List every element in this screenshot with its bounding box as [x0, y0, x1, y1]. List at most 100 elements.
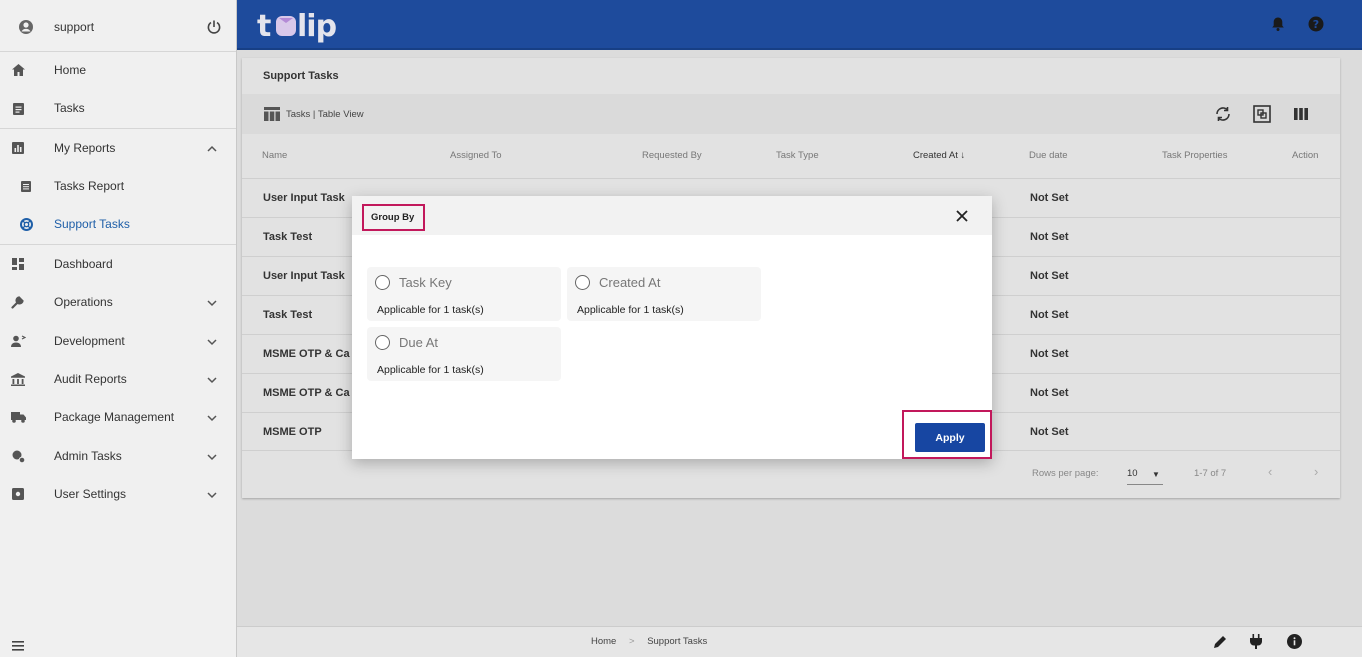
- user-name: support: [54, 20, 95, 34]
- edit-icon[interactable]: [1213, 635, 1227, 654]
- refresh-icon[interactable]: [1214, 106, 1232, 127]
- bank-icon: [10, 371, 26, 387]
- chevron-down-icon: [206, 488, 218, 500]
- view-label-text: Tasks | Table View: [286, 108, 364, 120]
- sidebar-item-admin-tasks[interactable]: Admin Tasks: [0, 437, 236, 475]
- dashboard-icon: [10, 256, 26, 272]
- task-name: MSME OTP & Ca: [263, 387, 350, 399]
- chevron-down-icon: [206, 450, 218, 462]
- breadcrumb-home[interactable]: Home: [591, 636, 616, 647]
- sidebar-item-label: Package Management: [54, 410, 175, 424]
- clipboard-icon: [10, 100, 26, 116]
- sidebar-item-tasks-report[interactable]: Tasks Report: [0, 167, 236, 205]
- sidebar-item-label: My Reports: [54, 141, 116, 155]
- option-subtext: Applicable for 1 task(s): [577, 304, 684, 316]
- dropdown-arrow-icon: ▼: [1152, 470, 1160, 479]
- info-icon[interactable]: [1287, 634, 1302, 654]
- radio-button[interactable]: [575, 275, 590, 290]
- task-name: User Input Task: [263, 270, 345, 282]
- option-task-key[interactable]: Task Key Applicable for 1 task(s): [367, 267, 561, 321]
- due-date: Not Set: [1030, 426, 1069, 438]
- footer-bar: Home > Support Tasks: [237, 626, 1362, 657]
- next-page-icon[interactable]: ›: [1314, 464, 1318, 479]
- sidebar-item-audit-reports[interactable]: Audit Reports: [0, 360, 236, 398]
- due-date: Not Set: [1030, 348, 1069, 360]
- sidebar-item-tasks[interactable]: Tasks: [0, 89, 236, 127]
- column-header-due-date[interactable]: Due date: [1029, 150, 1068, 161]
- task-name: MSME OTP & Ca: [263, 348, 350, 360]
- top-bar: t lip ?: [237, 0, 1362, 50]
- plug-icon[interactable]: [1250, 634, 1262, 654]
- sidebar-item-package-management[interactable]: Package Management: [0, 398, 236, 436]
- sidebar-item-support-tasks[interactable]: Support Tasks: [0, 205, 236, 243]
- document-icon: [18, 178, 34, 194]
- column-header-task-type[interactable]: Task Type: [776, 150, 819, 161]
- sidebar-item-user-settings[interactable]: User Settings: [0, 475, 236, 513]
- sidebar-item-dashboard[interactable]: Dashboard: [0, 245, 236, 283]
- prev-page-icon[interactable]: ‹: [1268, 464, 1272, 479]
- option-due-at[interactable]: Due At Applicable for 1 task(s): [367, 327, 561, 381]
- settings-icon: [10, 486, 26, 502]
- breadcrumb: Home > Support Tasks: [591, 636, 717, 647]
- app-logo: t lip: [257, 5, 337, 45]
- radio-button[interactable]: [375, 335, 390, 350]
- breadcrumb-separator: >: [628, 636, 635, 647]
- task-name: MSME OTP: [263, 426, 322, 438]
- sidebar-item-home[interactable]: Home: [0, 51, 236, 89]
- breadcrumb-current: Support Tasks: [647, 636, 708, 647]
- column-header-name[interactable]: Name: [262, 150, 287, 161]
- option-created-at[interactable]: Created At Applicable for 1 task(s): [567, 267, 761, 321]
- column-header-requested-by[interactable]: Requested By: [642, 150, 702, 161]
- task-name: Task Test: [263, 309, 313, 321]
- rows-per-page-select[interactable]: 10 ▼: [1127, 468, 1163, 485]
- page-range: 1-7 of 7: [1194, 468, 1227, 479]
- dialog-title: Group By: [362, 204, 425, 231]
- page-title: Support Tasks: [263, 70, 339, 82]
- rows-per-page-value: 10: [1127, 468, 1138, 479]
- home-icon: [10, 62, 26, 78]
- account-icon: [18, 19, 34, 40]
- help-icon[interactable]: ?: [1308, 16, 1324, 32]
- table-icon: [264, 107, 280, 121]
- sidebar-user: support: [0, 0, 236, 52]
- sidebar-item-label: User Settings: [54, 487, 127, 501]
- notification-bell-icon[interactable]: [1270, 16, 1286, 32]
- truck-icon: [10, 409, 26, 425]
- radio-button[interactable]: [375, 275, 390, 290]
- option-label: Created At: [599, 275, 661, 290]
- table-toolbar: Tasks | Table View: [242, 94, 1340, 134]
- support-icon: [18, 216, 34, 232]
- task-name: Task Test: [263, 231, 313, 243]
- due-date: Not Set: [1030, 270, 1069, 282]
- columns-icon[interactable]: [1294, 107, 1308, 125]
- option-label: Task Key: [399, 275, 452, 290]
- sidebar-item-development[interactable]: Development: [0, 322, 236, 360]
- sidebar-item-label: Tasks: [54, 101, 85, 115]
- column-header-task-properties[interactable]: Task Properties: [1162, 150, 1227, 161]
- sidebar-item-operations[interactable]: Operations: [0, 283, 236, 321]
- option-label: Due At: [399, 335, 439, 350]
- apply-highlight: Apply: [902, 410, 992, 459]
- sidebar-item-label: Admin Tasks: [54, 449, 122, 463]
- due-date: Not Set: [1030, 231, 1069, 243]
- sidebar-item-label: Development: [54, 334, 125, 348]
- due-date: Not Set: [1030, 387, 1069, 399]
- chevron-down-icon: [206, 373, 218, 385]
- chevron-down-icon: [206, 411, 218, 423]
- column-header-assigned-to[interactable]: Assigned To: [450, 150, 502, 161]
- tulip-logo-icon: t lip: [257, 9, 337, 44]
- group-by-dialog: Group By Task Key Applicable for 1 task(…: [352, 196, 992, 459]
- sidebar-item-my-reports[interactable]: My Reports: [0, 129, 236, 167]
- apply-button[interactable]: Apply: [915, 423, 985, 452]
- created-at-label: Created At: [913, 150, 958, 161]
- menu-icon[interactable]: [12, 638, 24, 651]
- column-header-created-at[interactable]: Created At ↓: [913, 150, 965, 161]
- chevron-up-icon: [206, 142, 218, 154]
- power-icon[interactable]: [206, 19, 222, 40]
- due-date: Not Set: [1030, 309, 1069, 321]
- sidebar-item-label: Support Tasks: [54, 217, 130, 231]
- group-by-icon[interactable]: [1253, 105, 1271, 128]
- arrow-down-icon: ↓: [960, 150, 966, 161]
- report-icon: [10, 140, 26, 156]
- close-icon[interactable]: [954, 208, 970, 224]
